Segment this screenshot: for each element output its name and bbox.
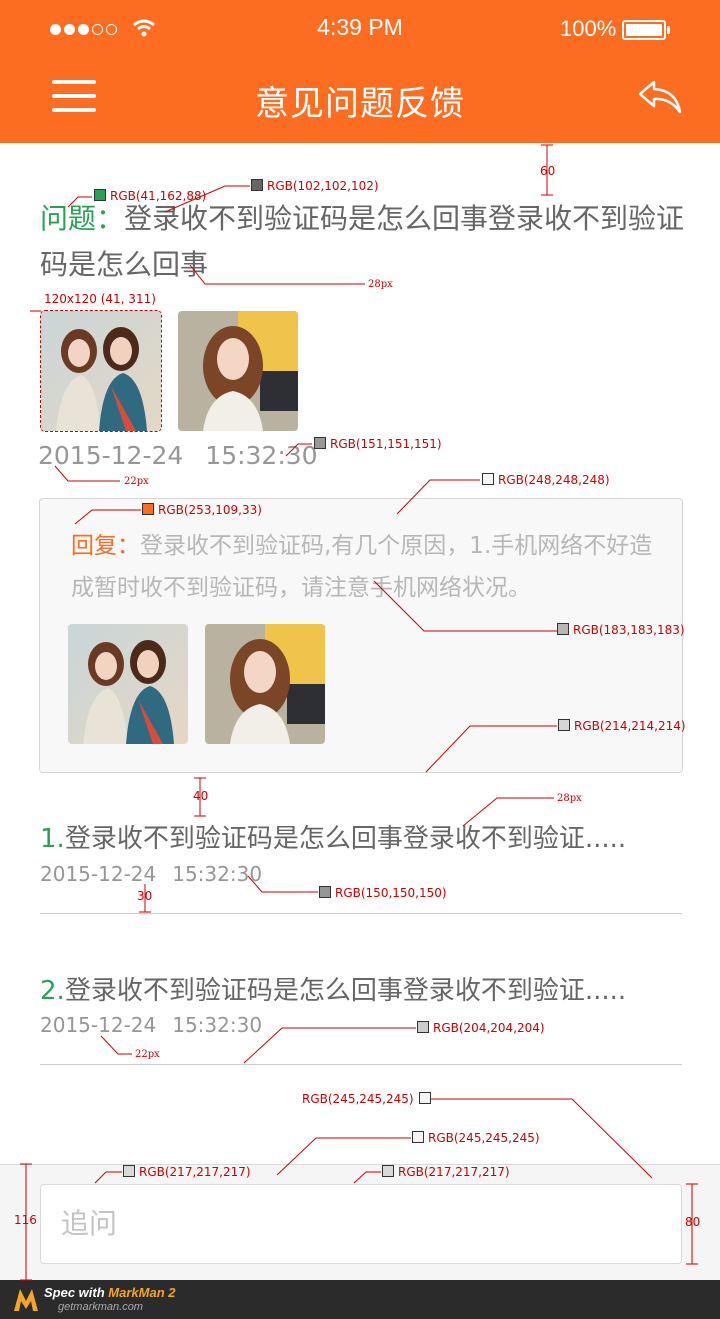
- battery-percent: 100%: [560, 16, 617, 41]
- list-item-index: 2.: [40, 976, 65, 1006]
- list-item-time: 15:32:30: [172, 862, 263, 886]
- list-item-title[interactable]: 1.登录收不到验证码是怎么回事登录收不到验证.....: [40, 818, 700, 855]
- footer-brand-name: MarkMan 2: [108, 1285, 176, 1300]
- list-item-datetime: 2015-12-24 15:32:30: [40, 1013, 278, 1037]
- spec-color-label: RGB(217,217,217): [123, 1165, 251, 1179]
- battery-nub: [667, 26, 670, 34]
- reply-photo-2[interactable]: [205, 624, 325, 744]
- spec-color-label: RGB(151,151,151): [314, 437, 442, 451]
- list-item-text: 登录收不到验证码是怎么回事登录收不到验证.....: [64, 824, 627, 854]
- spec-label: 40: [193, 789, 209, 803]
- list-item-date: 2015-12-24: [40, 862, 157, 886]
- question-date: 2015-12-24: [38, 441, 184, 470]
- question-time: 15:32:30: [205, 441, 318, 470]
- list-item-time: 15:32:30: [172, 1013, 263, 1037]
- spec-color-label: RGB(102,102,102): [251, 179, 379, 193]
- footer-brand: Spec with MarkMan 2: [44, 1285, 176, 1300]
- follow-up-field: [40, 1184, 682, 1264]
- page-title: 意见问题反馈: [255, 84, 465, 124]
- question-photo-2[interactable]: [178, 311, 298, 431]
- reply-label: 回复：: [71, 533, 140, 559]
- question-photo-1[interactable]: [40, 310, 162, 432]
- markman-logo-icon: [14, 1289, 38, 1311]
- list-item-text: 登录收不到验证码是怎么回事登录收不到验证.....: [64, 976, 627, 1006]
- spec-label: 60: [540, 164, 556, 178]
- list-item-date: 2015-12-24: [40, 1013, 157, 1037]
- divider: [40, 1064, 682, 1065]
- spec-color-label: RGB(204,204,204): [417, 1021, 545, 1035]
- spec-color-label: RGB(41,162,88): [94, 189, 206, 203]
- spec-label: 116: [14, 1213, 37, 1227]
- reply-photo-1[interactable]: [68, 624, 188, 744]
- spec-label: 120x120 (41, 311): [44, 292, 156, 306]
- question-datetime: 2015-12-24 15:32:30: [38, 441, 340, 470]
- list-item-datetime: 2015-12-24 15:32:30: [40, 862, 278, 886]
- question-text-block: 问题：登录收不到验证码是怎么回事登录收不到验证码是怎么回事: [40, 196, 695, 288]
- spec-color-label: RGB(245,245,245): [412, 1131, 540, 1145]
- spec-color-label: RGB(253,109,33): [142, 503, 262, 517]
- spec-color-label: RGB(245,245,245): [302, 1092, 435, 1106]
- question-text: 登录收不到验证码是怎么回事登录收不到验证码是怎么回事: [40, 202, 685, 281]
- spec-color-label: RGB(248,248,248): [482, 473, 610, 487]
- spec-color-label: RGB(150,150,150): [319, 886, 447, 900]
- reply-text-block: 回复：登录收不到验证码,有几个原因，1.手机网络不好造成暂时收不到验证码，请注意…: [71, 525, 671, 609]
- list-item-title[interactable]: 2.登录收不到验证码是怎么回事登录收不到验证.....: [40, 970, 700, 1007]
- list-item-index: 1.: [40, 824, 65, 854]
- spec-color-label: RGB(217,217,217): [382, 1165, 510, 1179]
- spec-color-label: RGB(214,214,214): [558, 719, 686, 733]
- spec-label: 28px: [368, 279, 393, 290]
- divider: [40, 913, 682, 914]
- question-label: 问题：: [40, 202, 125, 235]
- reply-text: 登录收不到验证码,有几个原因，1.手机网络不好造成暂时收不到验证码，请注意手机网…: [71, 533, 653, 601]
- battery-icon: [622, 20, 666, 40]
- spec-label: 28px: [557, 793, 582, 804]
- spec-label: 80: [685, 1215, 701, 1229]
- spec-label: 30: [137, 889, 153, 903]
- footer-url: getmarkman.com: [58, 1301, 143, 1313]
- follow-up-input[interactable]: [41, 1185, 661, 1261]
- spec-color-label: RGB(183,183,183): [557, 623, 685, 637]
- spec-label: 22px: [124, 476, 149, 487]
- back-arrow-icon[interactable]: [636, 74, 684, 118]
- spec-label: 22px: [135, 1049, 160, 1060]
- footer-brand-prefix: Spec with: [44, 1285, 109, 1300]
